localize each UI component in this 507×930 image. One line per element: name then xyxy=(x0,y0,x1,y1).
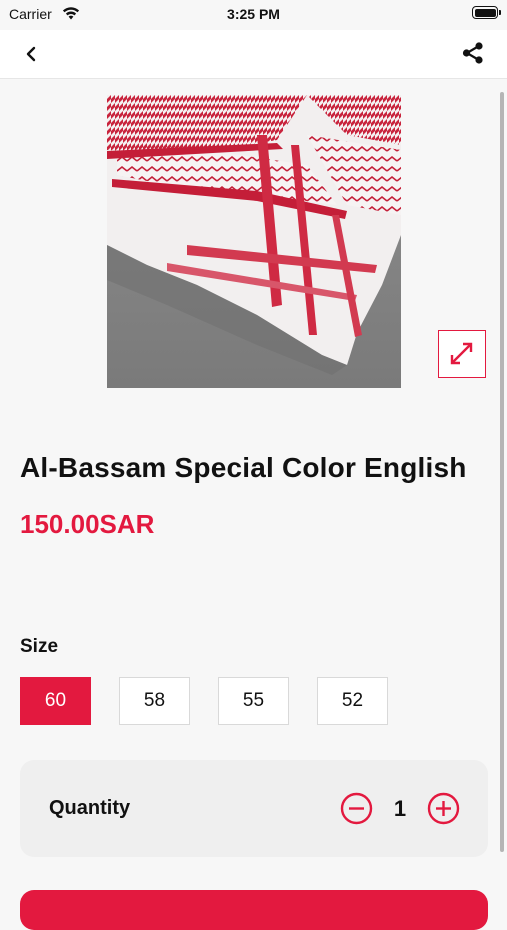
chevron-left-icon[interactable] xyxy=(18,40,46,68)
plus-circle-icon[interactable] xyxy=(427,792,460,825)
size-option-60[interactable]: 60 xyxy=(20,677,91,725)
size-option-58[interactable]: 58 xyxy=(119,677,190,725)
product-image[interactable] xyxy=(107,95,401,388)
size-option-55[interactable]: 55 xyxy=(218,677,289,725)
nav-bar xyxy=(0,30,507,79)
expand-icon[interactable] xyxy=(438,330,486,378)
product-price: 150.00SAR xyxy=(20,509,155,539)
battery-icon xyxy=(472,6,501,19)
scrollbar[interactable] xyxy=(500,92,504,852)
status-time: 3:25 PM xyxy=(227,6,280,22)
quantity-value: 1 xyxy=(393,796,407,821)
quantity-label: Quantity xyxy=(49,797,131,819)
minus-circle-icon[interactable] xyxy=(340,792,373,825)
size-option-52[interactable]: 52 xyxy=(317,677,388,725)
share-icon[interactable] xyxy=(459,39,487,67)
status-bar: Carrier 3:25 PM xyxy=(0,0,507,30)
product-title: Al-Bassam Special Color English xyxy=(20,452,467,483)
size-label: Size xyxy=(20,636,59,657)
quantity-card: Quantity 1 xyxy=(20,760,488,857)
add-to-cart-button[interactable] xyxy=(20,890,488,930)
